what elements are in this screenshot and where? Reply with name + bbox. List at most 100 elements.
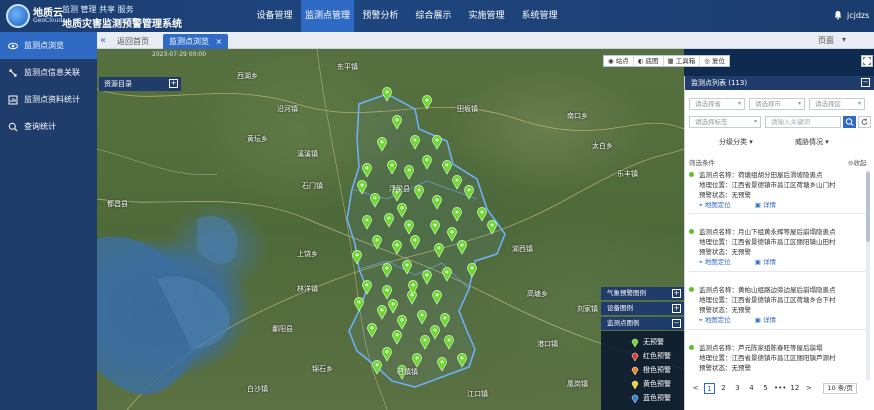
resource-directory-header[interactable]: 资源目录 +	[99, 77, 181, 91]
card-name: 监测点名称：荷塘组胡分田屋后滑坡隐患点	[699, 171, 823, 179]
detail-link[interactable]: ▣ 详情	[755, 315, 788, 325]
list-scrollbar-thumb[interactable]	[866, 172, 870, 242]
legend-item-yellow: 黄色预警	[631, 379, 671, 389]
sidebar-item-monitor-stats[interactable]: 监测点资料统计	[0, 86, 97, 113]
nav-overview-display[interactable]: 综合展示	[407, 0, 460, 32]
city-select[interactable]: 请选择市 ▾	[749, 98, 805, 110]
pin-center	[460, 243, 464, 247]
basemap-tool-button[interactable]: ◐ 底图	[634, 56, 664, 66]
chevron-down-icon: ▾	[753, 118, 757, 125]
nav-device-management[interactable]: 设备管理	[248, 0, 301, 32]
pin-center	[435, 138, 439, 142]
action-label: 详情	[762, 201, 776, 209]
caret-down-icon: ▾	[749, 138, 753, 146]
place-label: 石镇镇	[397, 368, 418, 376]
pin-center	[425, 273, 429, 277]
pin-center	[425, 98, 429, 102]
place-label: 白沙镇	[247, 385, 268, 393]
pin-center	[435, 293, 439, 297]
pin-center	[387, 216, 391, 220]
reset-icon[interactable]	[858, 116, 871, 128]
tool-label: 站点	[615, 57, 629, 65]
province-select[interactable]: 请选择省 ▾	[689, 98, 745, 110]
pin-shape	[631, 338, 639, 347]
locate-link[interactable]: ⌖ 地图定位	[699, 200, 743, 210]
legend-label: 橙色预警	[643, 366, 671, 374]
threat-filter[interactable]: 威胁情况 ▾	[795, 137, 829, 147]
page-button[interactable]: 12	[789, 383, 800, 394]
grade-classify-filter[interactable]: 分级分类 ▾	[719, 137, 753, 147]
minus-icon[interactable]: −	[861, 78, 870, 87]
station-tool-button[interactable]: ◉ 站点	[604, 56, 634, 66]
pin-icon	[631, 380, 639, 389]
sidebar-item-monitor-link[interactable]: 监测点信息关联	[0, 59, 97, 86]
divider	[689, 329, 869, 330]
close-icon[interactable]: ×	[216, 37, 223, 46]
monitor-pin-icon[interactable]	[422, 95, 432, 110]
place-label: 浮梁县	[389, 185, 410, 193]
plus-icon[interactable]: +	[169, 79, 178, 88]
nav-system-management[interactable]: 系统管理	[513, 0, 566, 32]
detail-link[interactable]: ▣ 详情	[755, 200, 788, 210]
card-location: 地理位置：江西省景德镇市昌江区荷塘乡合下村	[699, 296, 836, 304]
pin-center	[405, 263, 409, 267]
minus-icon[interactable]: −	[672, 319, 681, 328]
pin-center	[420, 313, 424, 317]
place-label: 东平镇	[337, 63, 358, 71]
username[interactable]: jcjdzs	[847, 11, 869, 20]
weather-legend-header[interactable]: 气象预警图例 +	[601, 287, 684, 300]
collapse-filter-link[interactable]: ⊖收起	[848, 157, 866, 167]
map-view[interactable]: 2023-07-29 00:00 资源目录 + 东平镇 西湖乡 沿河镇 黄坛乡 …	[97, 49, 684, 410]
search-button[interactable]	[843, 116, 856, 128]
toolbox-button[interactable]: ▦ 工具箱	[664, 56, 701, 66]
fullscreen-icon[interactable]	[861, 55, 873, 67]
prev-page-button[interactable]: <	[690, 383, 701, 394]
chevron-down-icon[interactable]: ▾	[842, 35, 846, 44]
next-page-button[interactable]: >	[803, 383, 814, 394]
monitor-list-panel: 监测点列表 (113) − 请选择省 ▾ 请选择市 ▾ 请选择区 ▾ 请选择标签 ▾ 请…	[684, 76, 874, 410]
pin-center	[455, 178, 459, 182]
page-button[interactable]: 2	[718, 383, 729, 394]
chevron-down-icon: ▾	[857, 100, 861, 107]
page-button[interactable]: 1	[704, 382, 715, 394]
action-label: 地图定位	[704, 201, 731, 209]
pin-center	[440, 360, 444, 364]
bell-icon[interactable]	[833, 10, 843, 20]
pagination: < 1 2 3 4 5 ••• 12 > 10 条/页	[684, 380, 874, 396]
plus-icon[interactable]: +	[672, 289, 681, 298]
page-button[interactable]: 3	[732, 383, 743, 394]
plus-icon[interactable]: +	[672, 304, 681, 313]
sidebar-item-monitor-browse[interactable]: 监测点浏览	[0, 32, 97, 59]
nav-implementation-management[interactable]: 实施管理	[460, 0, 513, 32]
detail-link[interactable]: ▣ 详情	[755, 257, 788, 267]
legend-header-label: 气象预警图例	[607, 289, 646, 297]
action-label: 地图定位	[704, 316, 731, 324]
legend-header-label: 监测点图例	[607, 319, 640, 327]
tab-monitor-browse[interactable]: 监测点浏览 ×	[163, 34, 229, 49]
monitor-pin-icon[interactable]	[372, 360, 382, 375]
pin-center	[425, 158, 429, 162]
page-button[interactable]: 5	[760, 383, 771, 394]
reset-map-button[interactable]: ◎ 复位	[700, 56, 729, 66]
page-button[interactable]: 4	[746, 383, 757, 394]
device-legend-header[interactable]: 设备图例 +	[601, 302, 684, 315]
keyword-input[interactable]: 请输入关键词	[765, 116, 841, 128]
pin-center	[395, 333, 399, 337]
legend-label: 无预警	[643, 338, 664, 346]
district-select[interactable]: 请选择区 ▾	[809, 98, 865, 110]
page-label[interactable]: 页面	[818, 35, 834, 46]
tab-home[interactable]: 返回首页	[111, 34, 155, 49]
sidebar-item-query-stats[interactable]: 查询统计	[0, 113, 97, 140]
monitor-legend-header[interactable]: 监测点图例 −	[601, 317, 684, 330]
nav-monitor-point-management[interactable]: 监测点管理	[301, 0, 354, 32]
place-label: 乐丰镇	[617, 170, 638, 178]
pin-center	[380, 140, 384, 144]
page-size-select[interactable]: 10 条/页	[823, 382, 857, 394]
nav-warning-analysis[interactable]: 预警分析	[354, 0, 407, 32]
locate-link[interactable]: ⌖ 地图定位	[699, 315, 743, 325]
tag-select[interactable]: 请选择标签 ▾	[689, 116, 761, 128]
collapse-sidebar-icon[interactable]: «	[100, 35, 106, 46]
pin-center	[435, 198, 439, 202]
page-ellipsis[interactable]: •••	[774, 383, 786, 394]
locate-link[interactable]: ⌖ 地图定位	[699, 257, 743, 267]
